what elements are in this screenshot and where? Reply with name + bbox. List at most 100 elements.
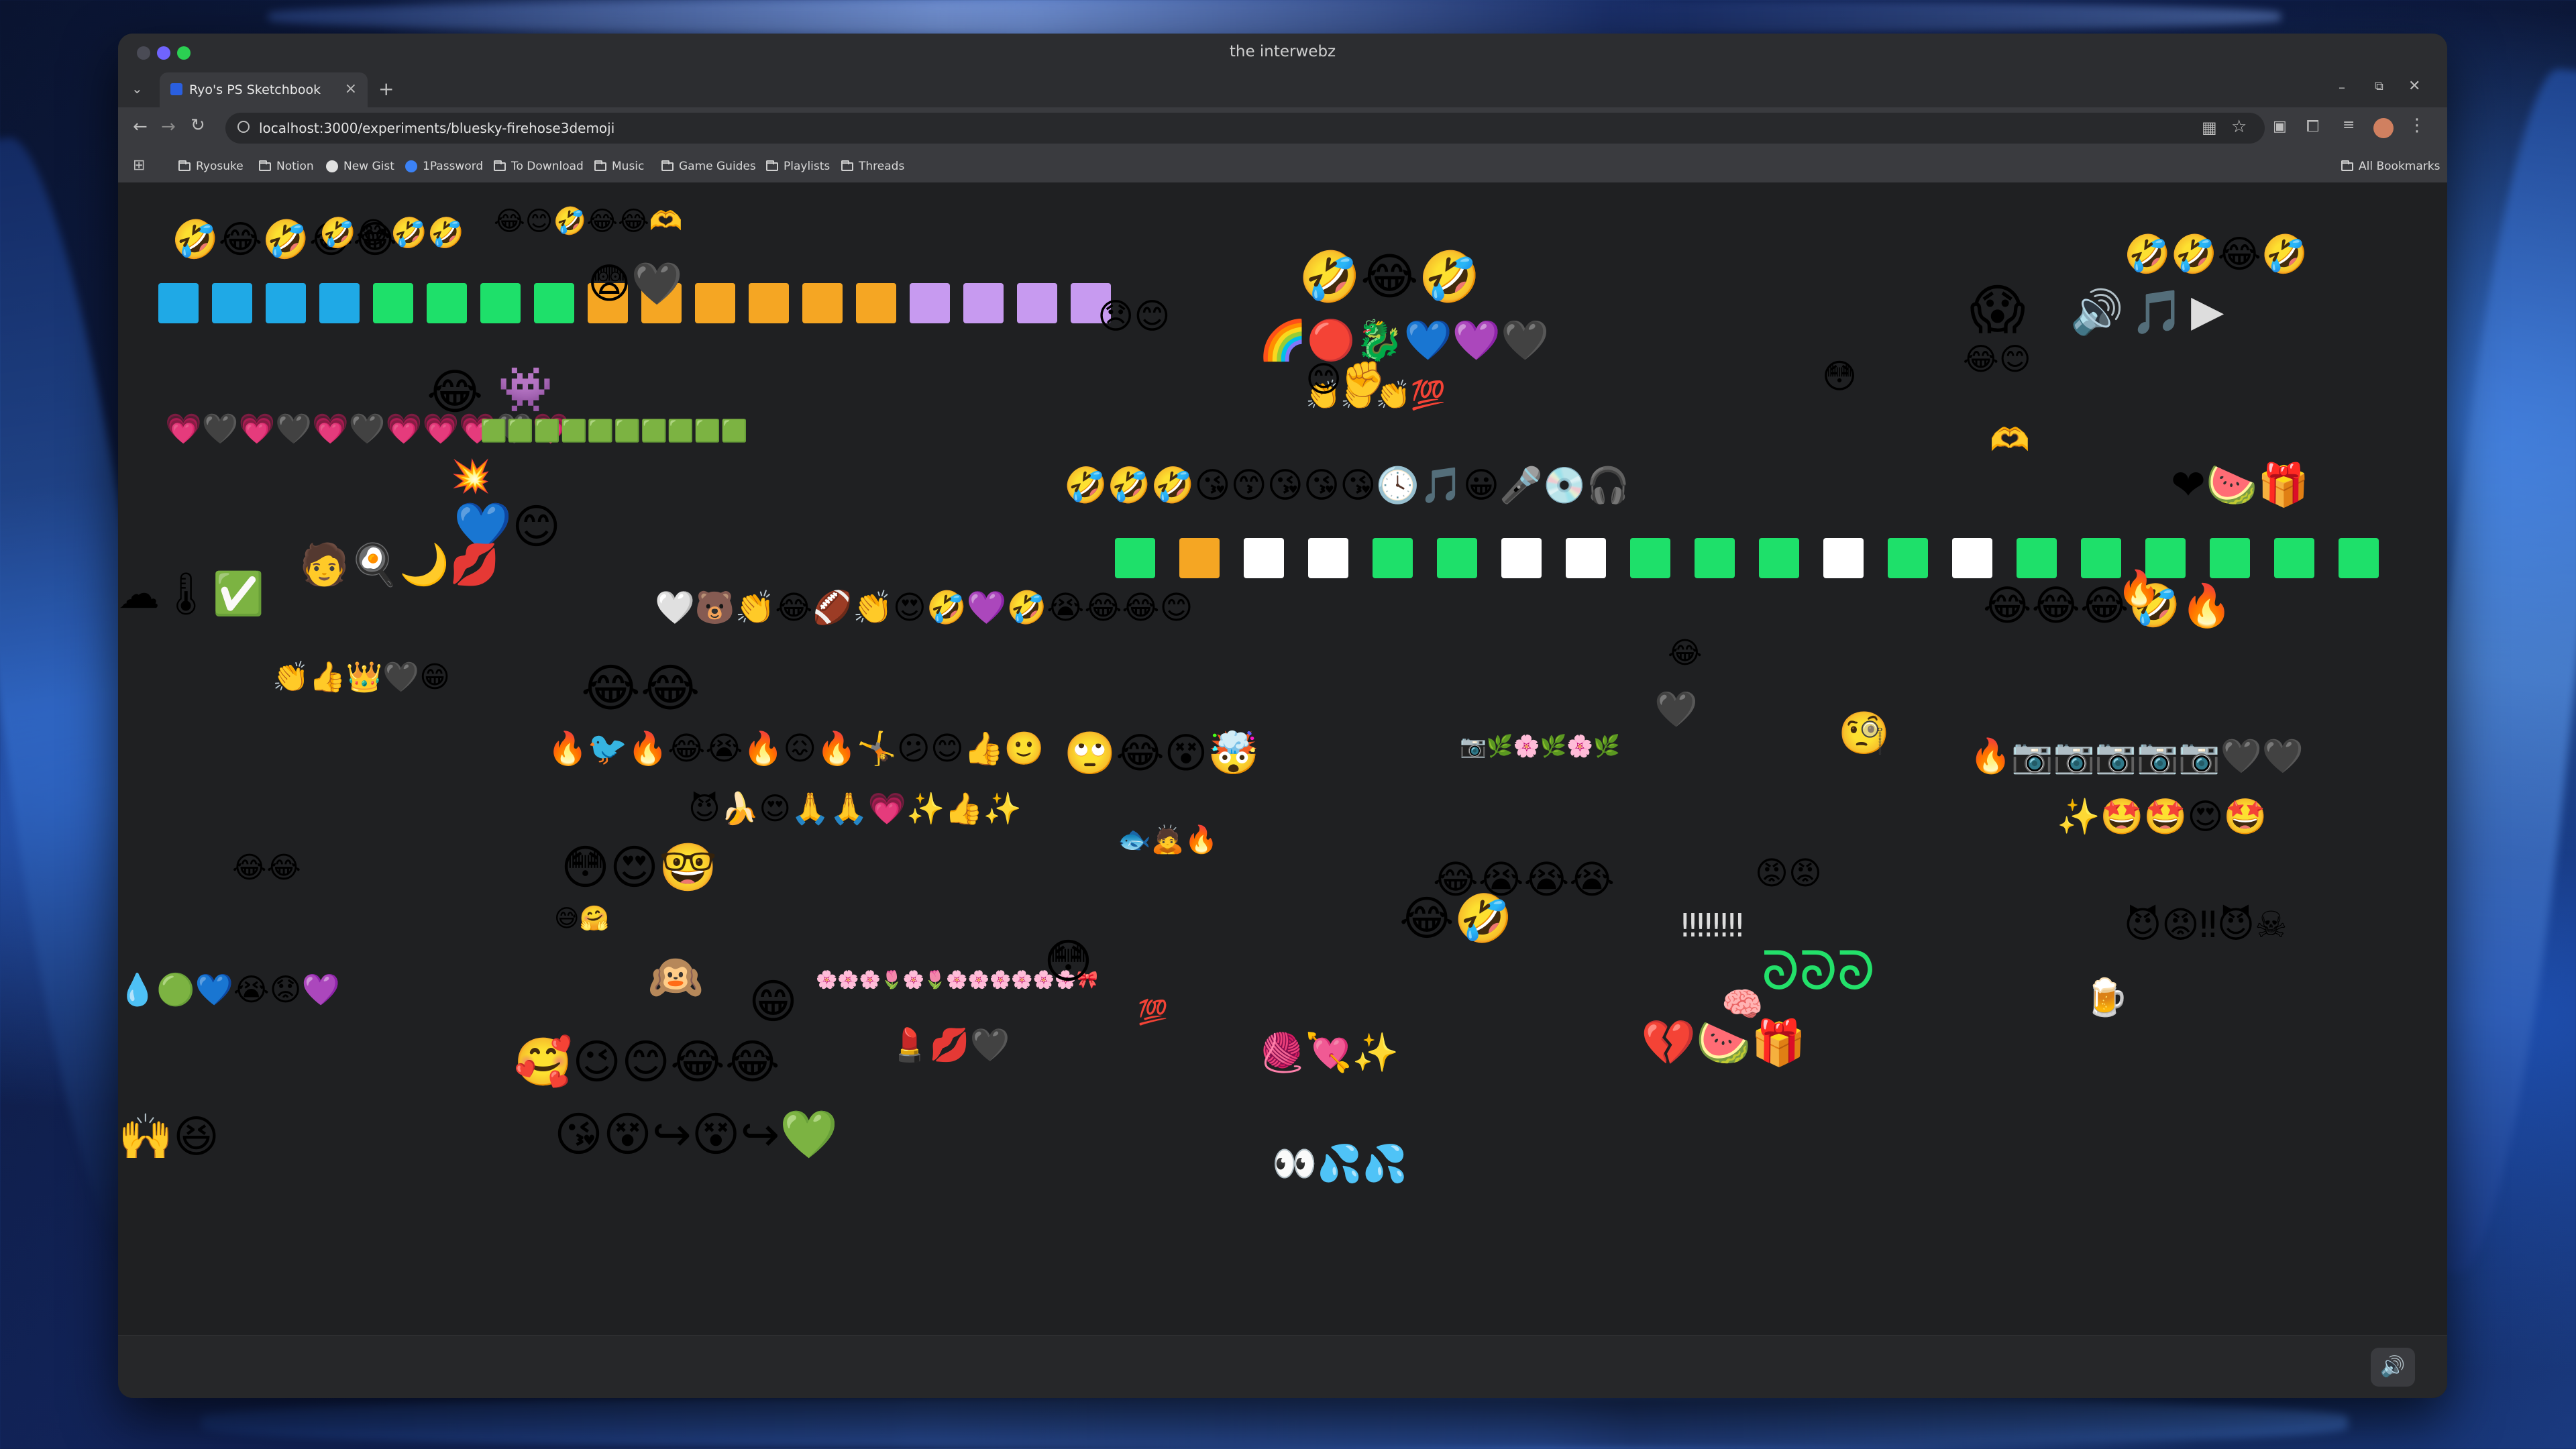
emoji-collision: 💥 bbox=[451, 458, 491, 495]
emoji-square-purple bbox=[1017, 283, 1057, 323]
bookmark-threads[interactable]: Threads bbox=[841, 158, 904, 174]
emoji-hands-face: 😳 bbox=[1822, 357, 1858, 396]
new-tab-button[interactable]: + bbox=[378, 78, 394, 100]
menu-icon[interactable]: ⋮ bbox=[2408, 115, 2426, 136]
folder-icon bbox=[2341, 160, 2353, 171]
emoji-square-green bbox=[2081, 538, 2121, 578]
bookmark-star-icon[interactable]: ☆ bbox=[2231, 117, 2247, 137]
emoji-monocle: 🧐 bbox=[1838, 708, 1890, 757]
folder-icon bbox=[178, 160, 191, 171]
emoji-square-green bbox=[1759, 538, 1799, 578]
bookmark-notion[interactable]: Notion bbox=[259, 158, 314, 174]
tab-search-icon[interactable]: ⌄ bbox=[131, 80, 143, 97]
emoji-blush: 😂 bbox=[1668, 636, 1703, 670]
emoji-ghost: 👾 bbox=[498, 364, 553, 415]
back-icon[interactable]: ← bbox=[133, 117, 148, 137]
emoji-crown: 👏👍👑🖤😁 bbox=[272, 660, 451, 694]
emoji-flag-faces: 🤣🤣🤣😘😙😘😘😘🕓🎵😀🎤💿🎧 bbox=[1064, 466, 1630, 506]
bookmark-game-guides[interactable]: Game Guides bbox=[661, 158, 756, 174]
emoji-square-orange bbox=[802, 283, 843, 323]
emoji-sad-top: 😞😊 bbox=[1097, 297, 1171, 337]
emoji-globe: 🧶💘✨ bbox=[1258, 1031, 1399, 1075]
emoji-square-purple bbox=[910, 283, 950, 323]
emoji-laugh-right: 🤣🤣😂🤣 bbox=[2124, 233, 2308, 276]
emoji-square-orange bbox=[695, 283, 735, 323]
reload-icon[interactable]: ↻ bbox=[191, 115, 205, 136]
restore-icon[interactable]: ⧉ bbox=[2375, 79, 2383, 93]
emoji-square-blue bbox=[319, 283, 360, 323]
emoji-square-blue bbox=[266, 283, 306, 323]
emoji-square-orange bbox=[749, 283, 789, 323]
emoji-heart-gift: ❤🍉🎁 bbox=[2171, 460, 2310, 509]
emoji-scream: 😱 bbox=[1970, 278, 2026, 341]
emoji-fire-side: 🔥 bbox=[2117, 569, 2161, 609]
emoji-square-green bbox=[2339, 538, 2379, 578]
emoji-square-green bbox=[1373, 538, 1413, 578]
extension-icon[interactable]: ▣ bbox=[2273, 118, 2287, 135]
bookmark-to-download[interactable]: To Download bbox=[494, 158, 584, 174]
bookmark-playlists[interactable]: Playlists bbox=[766, 158, 830, 174]
emoji-pensive: 😳😍🤓 bbox=[561, 840, 718, 895]
emoji-bird: 😨🖤 bbox=[588, 259, 683, 308]
url-text: localhost:3000/experiments/bluesky-fireh… bbox=[259, 120, 615, 136]
emoji-square-white bbox=[1501, 538, 1542, 578]
emoji-love-row: 💄💋🖤 bbox=[890, 1026, 1010, 1064]
emoji-square-green bbox=[2210, 538, 2250, 578]
apps-grid-icon[interactable]: ⊞ bbox=[133, 157, 145, 174]
minimize-icon[interactable]: – bbox=[2339, 79, 2345, 95]
emoji-square-white bbox=[1308, 538, 1348, 578]
toolbar: ← → ↻ localhost:3000/experiments/bluesky… bbox=[118, 107, 2447, 150]
bookmark-music[interactable]: Music bbox=[594, 158, 644, 174]
extensions-puzzle-icon[interactable]: ⧠ bbox=[2306, 117, 2319, 136]
emoji-square-white bbox=[1952, 538, 1992, 578]
close-icon[interactable]: ✕ bbox=[2408, 78, 2420, 95]
folder-icon bbox=[661, 160, 674, 171]
tab-active[interactable]: Ryo's PS Sketchbook × bbox=[160, 72, 368, 107]
site-info-icon[interactable] bbox=[237, 121, 250, 133]
emoji-tongue: 😳 bbox=[1044, 934, 1093, 989]
title-bar: the interwebz bbox=[118, 34, 2447, 71]
tab-title: Ryo's PS Sketchbook bbox=[189, 83, 321, 97]
emoji-canvas[interactable]: 💗🖤💗🖤💗🖤💗💗💗🖤💗 🟩🟩🟩🟩🟩🟩🟩🟩🟩🟩 🤣😂🤣😂😂 🤣😂🤣🤣 😂😊🤣😂😂🫶… bbox=[118, 182, 2447, 1367]
emoji-face-right-top: 😂😊 bbox=[1963, 341, 2031, 377]
browser-window: the interwebz ⌄ + – ⧉ ✕ Ryo's PS Sketchb… bbox=[118, 34, 2447, 1398]
reading-list-icon[interactable]: ≡ bbox=[2343, 117, 2355, 133]
emoji-faces-cluster: 😂😊🤣😂😂🫶 bbox=[494, 206, 683, 237]
emoji-left-mid: 💧🟢💙😭😟💜 bbox=[118, 971, 340, 1008]
emoji-cry: 🤣😂🤣 bbox=[1299, 248, 1481, 306]
emoji-square-green bbox=[427, 283, 467, 323]
emoji-black-heart: 🖤 bbox=[1654, 690, 1698, 730]
sound-toggle-button[interactable]: 🔊 bbox=[2371, 1348, 2415, 1387]
emoji-star-eyes: 🙄😂😵🤯 bbox=[1064, 729, 1260, 777]
bookmark-all-bookmarks[interactable]: All Bookmarks bbox=[2341, 158, 2440, 174]
emoji-broken-heart: 💔🍉🎁 bbox=[1641, 1017, 1807, 1069]
emoji-devil-row: 😡😡 bbox=[1755, 855, 1823, 892]
emoji-fire-row: 🔥🐦🔥😂😭🔥😖🔥🤸😕😊👍🙂 bbox=[547, 730, 1044, 767]
emoji-square-green bbox=[2017, 538, 2057, 578]
forward-icon[interactable]: → bbox=[161, 117, 176, 137]
emoji-bangs: ‼‼‼‼ bbox=[1681, 907, 1744, 945]
emoji-square-green bbox=[1888, 538, 1928, 578]
emoji-heart-face-row: 🥰😉😊😂😂 bbox=[514, 1034, 780, 1089]
emoji-square-green bbox=[534, 283, 574, 323]
avatar[interactable] bbox=[2373, 118, 2394, 138]
bookmark-ryosuke[interactable]: Ryosuke bbox=[178, 158, 244, 174]
address-bar[interactable]: localhost:3000/experiments/bluesky-fireh… bbox=[225, 113, 2265, 144]
folder-icon bbox=[259, 160, 271, 171]
reader-mode-icon[interactable]: ▦ bbox=[2202, 118, 2217, 137]
bookmark-1password[interactable]: 1Password bbox=[405, 158, 483, 174]
folder-icon bbox=[841, 160, 853, 171]
emoji-dizzy-row: 😘😵↪😵↪💚 bbox=[554, 1107, 839, 1162]
tab-close-icon[interactable]: × bbox=[345, 80, 357, 97]
emoji-eyes: 👀💦💦 bbox=[1272, 1142, 1407, 1185]
emoji-grin-wide: 😁 bbox=[749, 974, 798, 1029]
github-icon bbox=[326, 160, 338, 172]
emoji-square-blue bbox=[158, 283, 199, 323]
emoji-curls: ᘐᘐᘐ bbox=[1762, 940, 1875, 1002]
emoji-square-white bbox=[1823, 538, 1864, 578]
emoji-music: 🎵 bbox=[2131, 288, 2184, 337]
emoji-angry-mid: 🫶 bbox=[1990, 421, 2030, 459]
bookmark-new-gist[interactable]: New Gist bbox=[326, 158, 394, 174]
window-title: the interwebz bbox=[1229, 43, 1336, 60]
bookmarks-bar: ⊞ Ryosuke Notion New Gist 1Password To D… bbox=[118, 150, 2447, 183]
